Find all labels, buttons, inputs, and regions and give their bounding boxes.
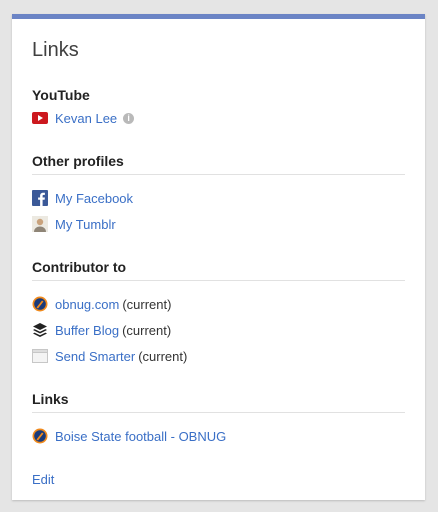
- section-divider: [32, 412, 405, 413]
- avatar-icon: [32, 216, 48, 232]
- profile-item-tumblr: My Tumblr: [32, 215, 116, 233]
- section-divider: [32, 280, 405, 281]
- info-icon[interactable]: i: [123, 112, 135, 124]
- buffer-blog-link[interactable]: Buffer Blog: [55, 323, 119, 338]
- youtube-item: Kevan Lee i: [32, 109, 135, 127]
- youtube-channel-link[interactable]: Kevan Lee: [55, 111, 117, 126]
- current-label: (current): [122, 322, 172, 338]
- facebook-link[interactable]: My Facebook: [55, 191, 133, 206]
- links-card: Links YouTube Kevan Lee i Other profiles…: [12, 14, 425, 500]
- other-profiles-heading: Other profiles: [32, 153, 124, 169]
- tumblr-link[interactable]: My Tumblr: [55, 217, 116, 232]
- links-heading: Links: [32, 391, 69, 407]
- contributor-item-send-smarter: Send Smarter (current): [32, 347, 187, 365]
- current-label: (current): [122, 296, 172, 312]
- youtube-icon: [32, 110, 48, 126]
- contributor-item-obnug: obnug.com (current): [32, 295, 171, 313]
- edit-link[interactable]: Edit: [32, 472, 54, 487]
- card-title: Links: [32, 39, 79, 61]
- buffer-icon: [32, 322, 48, 338]
- boise-state-link[interactable]: Boise State football - OBNUG: [55, 429, 226, 444]
- send-smarter-link[interactable]: Send Smarter: [55, 349, 135, 364]
- current-label: (current): [138, 348, 188, 364]
- section-divider: [32, 174, 405, 175]
- obnug-link[interactable]: obnug.com: [55, 297, 119, 312]
- profile-item-facebook: My Facebook: [32, 189, 133, 207]
- contributor-heading: Contributor to: [32, 259, 127, 275]
- link-item-boise-state: Boise State football - OBNUG: [32, 427, 226, 445]
- obnug-icon: [32, 428, 48, 444]
- contributor-item-buffer: Buffer Blog (current): [32, 321, 171, 339]
- facebook-icon: [32, 190, 48, 206]
- youtube-heading: YouTube: [32, 87, 90, 103]
- obnug-icon: [32, 296, 48, 312]
- page-icon: [32, 348, 48, 364]
